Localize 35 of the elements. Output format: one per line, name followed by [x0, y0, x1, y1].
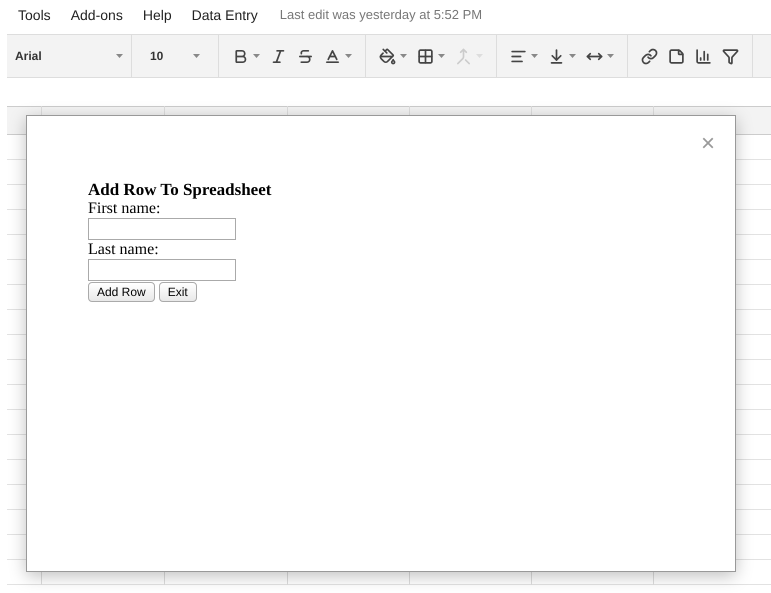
menu-item[interactable]: Tools [18, 4, 51, 26]
text-color-icon [324, 48, 341, 64]
link-icon [641, 48, 658, 64]
dialog-button[interactable]: Add Row [88, 282, 155, 302]
input-field[interactable] [88, 259, 236, 281]
filter-icon [722, 48, 739, 64]
merge-icon [455, 48, 472, 64]
dialog-button[interactable]: Exit [158, 282, 197, 302]
italic-icon [270, 48, 287, 64]
caret-icon [400, 54, 407, 58]
menu-item[interactable]: Help [142, 4, 172, 26]
caret-icon [607, 54, 614, 58]
caret-icon [531, 54, 538, 58]
align-bottom-icon [548, 48, 565, 64]
strikethrough-icon [297, 48, 314, 64]
comment-icon [668, 48, 685, 64]
chart-icon [695, 48, 712, 64]
borders-icon [417, 48, 434, 64]
dialog-title: Add Row To Spreadsheet [88, 180, 272, 199]
align-left-icon [510, 48, 527, 64]
caret-icon [438, 54, 445, 58]
caret-icon [345, 54, 352, 58]
caret-icon [193, 54, 200, 58]
input-field[interactable] [88, 218, 236, 240]
field-label: First name: [88, 199, 160, 218]
caret-icon [116, 54, 123, 58]
caret-icon [569, 54, 576, 58]
menu-item[interactable]: Add-ons [70, 4, 123, 26]
font-size-dropdown[interactable]: 10 [132, 35, 219, 77]
field-label: Last name: [88, 240, 159, 259]
paint-bucket-icon [379, 48, 396, 64]
font-dropdown[interactable]: Arial [7, 35, 132, 77]
caret-icon [253, 54, 260, 58]
last-edit-text: Last edit was yesterday at 5:52 PM [280, 6, 482, 24]
menu-item[interactable]: Data Entry [192, 4, 258, 26]
